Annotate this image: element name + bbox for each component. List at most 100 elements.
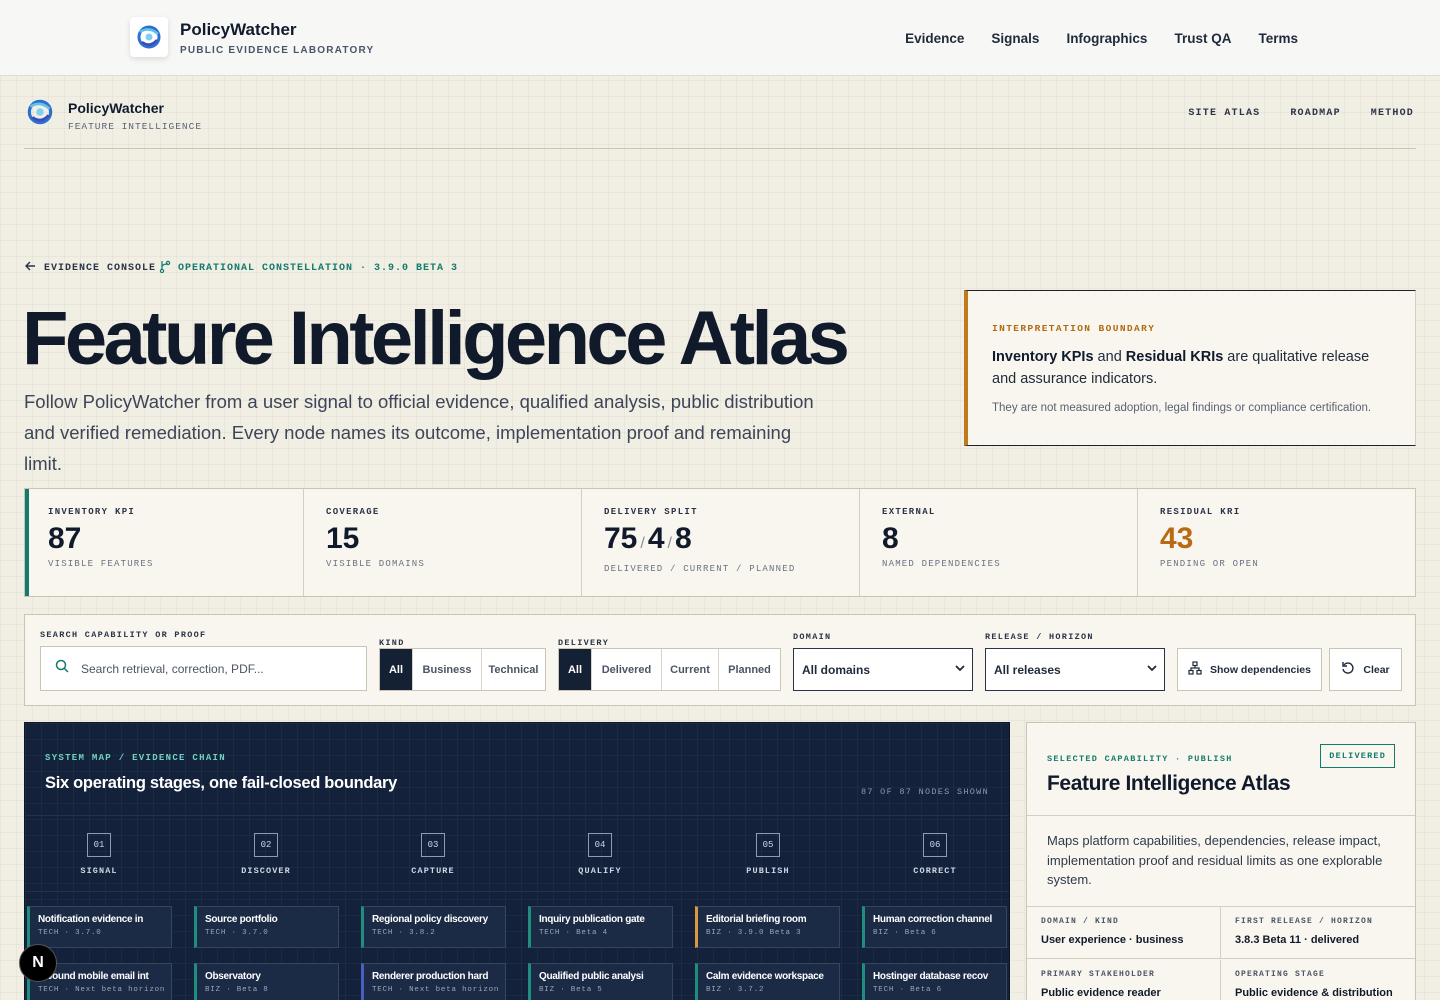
- chevron-down-icon: [1146, 662, 1158, 677]
- capability-node[interactable]: Human correction channel BIZ · Beta 6: [862, 906, 1007, 948]
- stage-discover[interactable]: 02 DISCOVER: [236, 833, 296, 876]
- branch-icon: [158, 259, 172, 277]
- kpi-value: 8: [882, 522, 899, 555]
- sub-brand-tagline: FEATURE INTELLIGENCE: [68, 121, 203, 132]
- nav-roadmap[interactable]: ROADMAP: [1290, 108, 1340, 119]
- hierarchy-icon: [1188, 661, 1202, 678]
- capability-node[interactable]: Qualified public analysi BIZ · Beta 5: [528, 963, 673, 1000]
- stage-number: 02: [254, 833, 278, 857]
- brand-name: PolicyWatcher: [180, 20, 297, 39]
- capability-node[interactable]: Inquiry publication gate TECH · Beta 4: [528, 906, 673, 948]
- stage-name: DISCOVER: [241, 866, 291, 876]
- back-to-evidence-console[interactable]: EVIDENCE CONSOLE: [24, 260, 156, 276]
- stage-capture[interactable]: 03 CAPTURE: [403, 833, 463, 876]
- kpi-strip: INVENTORY KPI 87 VISIBLE FEATURES COVERA…: [24, 488, 1416, 597]
- detail-value: Public evidence & distribution: [1235, 987, 1393, 999]
- feature-intelligence-logo-icon[interactable]: [24, 96, 56, 133]
- policywatcher-logo-icon[interactable]: [130, 17, 168, 57]
- kpi-value: 43: [1160, 522, 1194, 555]
- show-dependencies-button[interactable]: Show dependencies: [1177, 648, 1322, 691]
- map-title: Six operating stages, one fail-closed bo…: [45, 774, 398, 792]
- delivery-option-all[interactable]: All: [559, 649, 592, 690]
- kind-option-business[interactable]: Business: [413, 649, 482, 690]
- node-meta: BIZ · Beta 8: [205, 986, 269, 994]
- slash-separator: /: [667, 535, 672, 552]
- page-title: Feature Intelligence Atlas: [22, 296, 850, 381]
- node-meta: BIZ · 3.7.2: [706, 986, 765, 994]
- stage-name: CORRECT: [913, 866, 957, 876]
- nav-evidence[interactable]: Evidence: [905, 31, 964, 46]
- delivery-option-planned[interactable]: Planned: [719, 649, 780, 690]
- node-title: Inbound mobile email int: [38, 971, 149, 982]
- delivery-option-current[interactable]: Current: [662, 649, 719, 690]
- stage-qualify[interactable]: 04 QUALIFY: [570, 833, 630, 876]
- selected-capability-panel: SELECTED CAPABILITY · PUBLISH Feature In…: [1026, 722, 1416, 1000]
- detail-value: User experience · business: [1041, 934, 1184, 946]
- node-meta: TECH · Next beta horizon: [38, 986, 166, 994]
- kind-option-all[interactable]: All: [380, 649, 413, 690]
- capability-node[interactable]: Calm evidence workspace BIZ · 3.7.2: [695, 963, 840, 1000]
- breadcrumb-current-label: OPERATIONAL CONSTELLATION · 3.9.0 BETA 3: [178, 262, 459, 274]
- detail-label: PRIMARY STAKEHOLDER: [1041, 970, 1156, 979]
- kpi-inventory: INVENTORY KPI 87 VISIBLE FEATURES: [25, 489, 304, 596]
- nav-method[interactable]: METHOD: [1371, 108, 1414, 119]
- map-node-count: 87 OF 87 NODES SHOWN: [860, 787, 989, 797]
- capability-node[interactable]: Source portfolio TECH · 3.7.0: [194, 906, 339, 948]
- search-icon: [55, 659, 69, 678]
- nav-infographics[interactable]: Infographics: [1066, 31, 1147, 46]
- node-meta: BIZ · 3.9.0 Beta 3: [706, 929, 802, 937]
- capability-node[interactable]: Hostinger database recov TECH · Beta 6: [862, 963, 1007, 1000]
- capability-node[interactable]: Notification evidence in TECH · 3.7.0: [27, 906, 172, 948]
- n-logo-icon: N: [32, 954, 44, 971]
- detail-value: Public evidence reader: [1041, 987, 1161, 999]
- reset-icon: [1341, 661, 1355, 678]
- slash-separator: /: [640, 535, 645, 552]
- stage-correct[interactable]: 06 CORRECT: [905, 833, 965, 876]
- stage-name: CAPTURE: [411, 866, 455, 876]
- kpi-delivery-split: DELIVERY SPLIT 75/4/8 DELIVERED / CURREN…: [582, 489, 860, 596]
- node-meta: TECH · 3.7.0: [205, 929, 269, 937]
- kpi-value: 15: [326, 522, 360, 555]
- panel-header: [1027, 723, 1415, 816]
- search-field[interactable]: [40, 646, 367, 691]
- domain-select-value: All domains: [802, 662, 871, 677]
- capability-node[interactable]: Regional policy discovery TECH · 3.8.2: [361, 906, 506, 948]
- detail-label: DOMAIN / KIND: [1041, 917, 1120, 926]
- dev-tools-button[interactable]: N: [19, 944, 57, 982]
- release-select[interactable]: All releases: [985, 648, 1165, 691]
- node-title: Source portfolio: [205, 914, 278, 925]
- stage-signal[interactable]: 01 SIGNAL: [69, 833, 129, 876]
- capability-node[interactable]: Observatory BIZ · Beta 8: [194, 963, 339, 1000]
- delivery-option-delivered[interactable]: Delivered: [592, 649, 662, 690]
- nav-site-atlas[interactable]: SITE ATLAS: [1188, 108, 1260, 119]
- divider: [24, 148, 1416, 149]
- capability-node-selected[interactable]: Editorial briefing room BIZ · 3.9.0 Beta…: [695, 906, 840, 948]
- detail-first-release: FIRST RELEASE / HORIZON 3.8.3 Beta 11 · …: [1221, 907, 1415, 959]
- callout-note: They are not measured adoption, legal fi…: [992, 402, 1372, 414]
- search-input[interactable]: [81, 661, 341, 676]
- kind-option-technical[interactable]: Technical: [482, 649, 545, 690]
- node-title: Qualified public analysi: [539, 971, 644, 982]
- panel-description: Maps platform capabilities, dependencies…: [1047, 833, 1383, 887]
- stage-number: 01: [87, 833, 111, 857]
- stage-number: 06: [923, 833, 947, 857]
- stage-publish[interactable]: 05 PUBLISH: [738, 833, 798, 876]
- kpi-label: EXTERNAL: [882, 507, 936, 517]
- nav-trust-qa[interactable]: Trust QA: [1174, 31, 1231, 46]
- capability-node[interactable]: Renderer production hard TECH · Next bet…: [361, 963, 506, 1000]
- detail-label: OPERATING STAGE: [1235, 970, 1326, 979]
- panel-title: Feature Intelligence Atlas: [1047, 772, 1291, 795]
- detail-domain-kind: DOMAIN / KIND User experience · business: [1027, 907, 1221, 959]
- arrow-left-icon: [24, 260, 36, 276]
- domain-select[interactable]: All domains: [793, 648, 973, 691]
- show-dependencies-label: Show dependencies: [1210, 663, 1311, 676]
- kpi-coverage: COVERAGE 15 VISIBLE DOMAINS: [304, 489, 582, 596]
- sub-brand[interactable]: PolicyWatcher FEATURE INTELLIGENCE: [68, 100, 202, 132]
- nav-terms[interactable]: Terms: [1258, 31, 1298, 46]
- top-brand[interactable]: PolicyWatcher PUBLIC EVIDENCE LABORATORY: [180, 20, 374, 56]
- domain-label: DOMAIN: [793, 632, 832, 642]
- delivery-toggle: All Delivered Current Planned: [558, 648, 781, 691]
- nav-signals[interactable]: Signals: [991, 31, 1039, 46]
- breadcrumb-back-label: EVIDENCE CONSOLE: [44, 262, 157, 274]
- clear-button[interactable]: Clear: [1329, 648, 1402, 691]
